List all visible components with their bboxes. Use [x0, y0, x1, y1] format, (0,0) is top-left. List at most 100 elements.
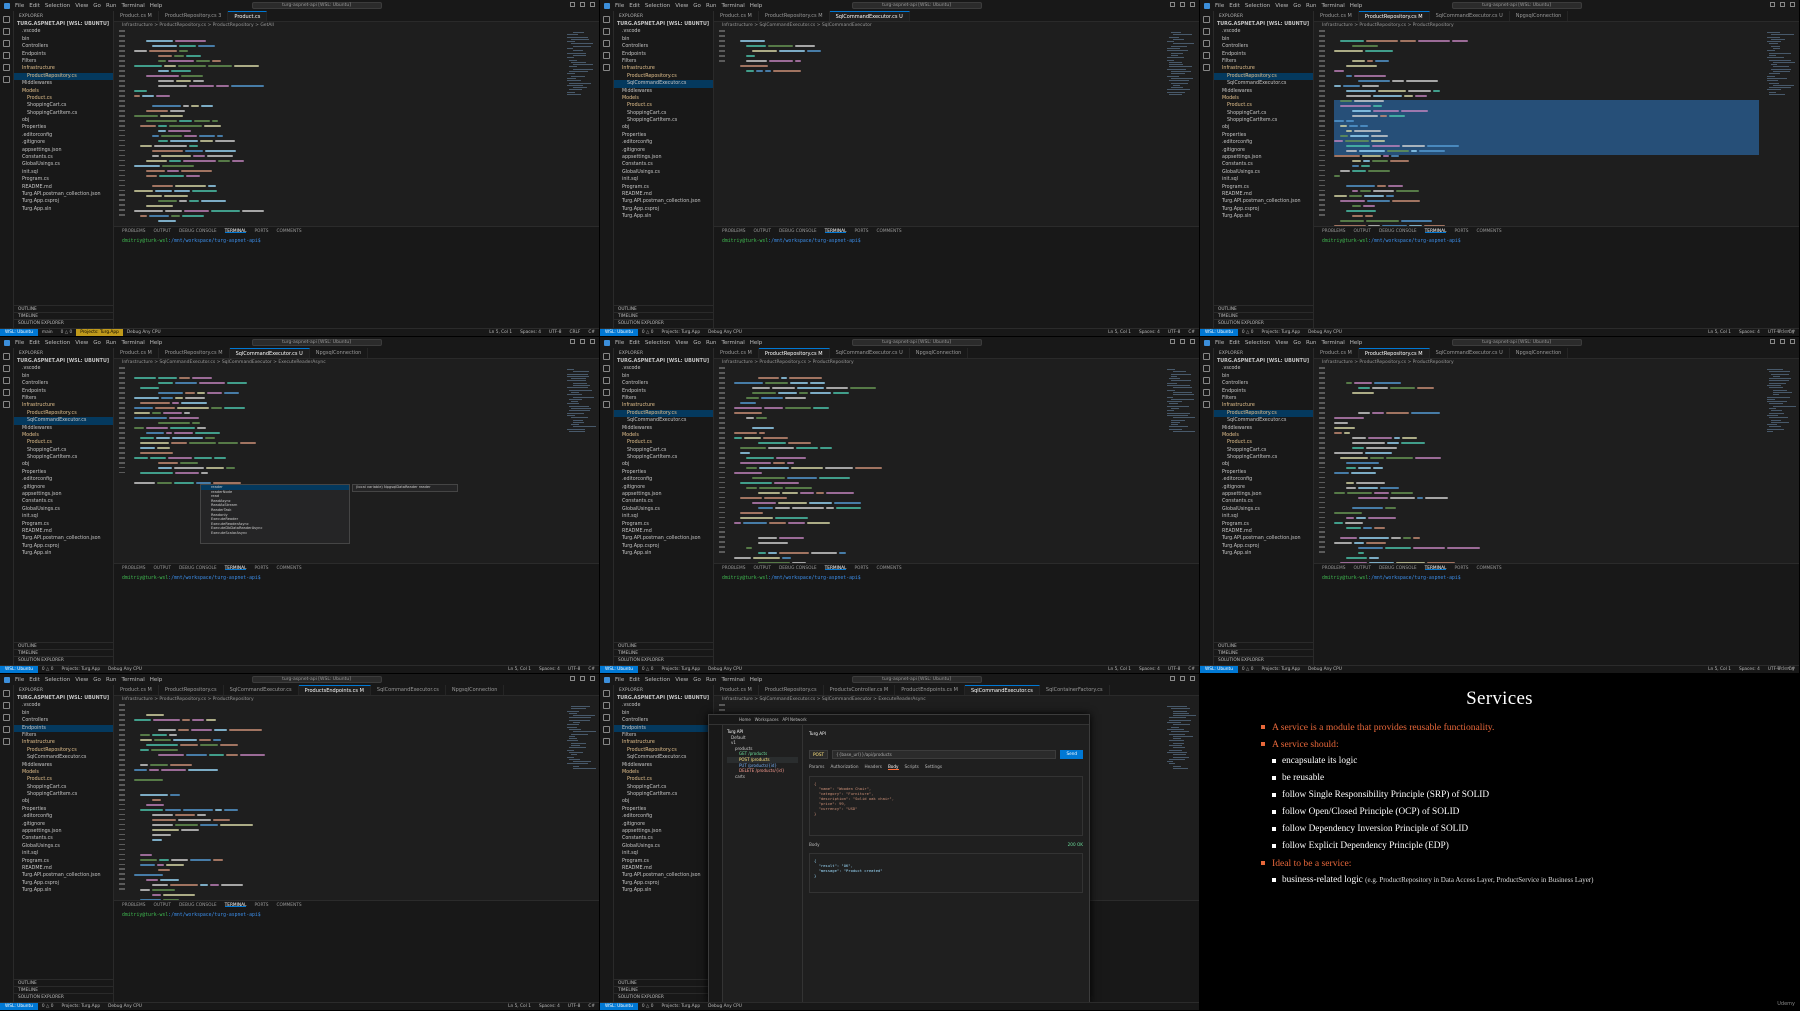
tree-item[interactable]: Filters: [1214, 58, 1313, 65]
suggestion-item[interactable]: ExecuteScalarAsync: [201, 531, 349, 536]
explorer-icon[interactable]: [3, 353, 10, 360]
extensions-icon[interactable]: [3, 738, 10, 745]
tree-item[interactable]: Turg.App.sln: [614, 887, 713, 894]
search-icon[interactable]: [3, 365, 10, 372]
tree-item[interactable]: Endpoints: [614, 724, 713, 732]
tab-comments[interactable]: COMMENTS: [876, 229, 901, 234]
tree-item[interactable]: Controllers: [14, 43, 113, 50]
tree-item[interactable]: GlobalUsings.cs: [614, 843, 713, 850]
tab-sql-command-executor[interactable]: SqlCommandExecutor.cs U: [829, 11, 910, 21]
explorer-icon[interactable]: [3, 690, 10, 697]
menu-edit[interactable]: Edit: [629, 677, 640, 683]
cursor-position[interactable]: Ln 5, Col 1: [485, 329, 516, 336]
outline-section[interactable]: OUTLINE: [14, 305, 113, 312]
tree-item[interactable]: obj: [614, 798, 713, 805]
timeline-section[interactable]: TIMELINE: [614, 312, 713, 319]
alerts-indicator[interactable]: 0 △ 0: [57, 329, 77, 336]
solution-explorer-section[interactable]: SOLUTION EXPLORER: [1214, 656, 1313, 663]
close-icon[interactable]: [1190, 676, 1195, 681]
tree-item[interactable]: Constants.cs: [614, 161, 713, 168]
tab-sql-command-executor[interactable]: SqlCommandExecutor.cs U: [830, 348, 910, 358]
tab-comments[interactable]: COMMENTS: [876, 566, 901, 571]
tab-output[interactable]: OUTPUT: [153, 566, 171, 571]
remote-indicator[interactable]: WSL: Ubuntu: [600, 329, 638, 336]
tab-comments[interactable]: COMMENTS: [276, 903, 301, 908]
tree-item[interactable]: Middlewares: [614, 88, 713, 95]
tree-item[interactable]: obj: [14, 461, 113, 468]
terminal-prompt[interactable]: dmitriy@turk-wsl:/mnt/workspace/turg-asp…: [114, 572, 599, 585]
menu-go[interactable]: Go: [93, 677, 101, 683]
tree-item[interactable]: appsettings.json: [14, 147, 113, 154]
minimap[interactable]: [1767, 32, 1795, 102]
tree-item[interactable]: Turg.App.csproj: [614, 543, 713, 550]
tree-item[interactable]: Turg.API.postman_collection.json: [614, 872, 713, 879]
tab-problems[interactable]: PROBLEMS: [122, 903, 145, 908]
tree-item[interactable]: appsettings.json: [614, 154, 713, 161]
solution-explorer-section[interactable]: SOLUTION EXPLORER: [614, 656, 713, 663]
menu-edit[interactable]: Edit: [629, 340, 640, 346]
explorer-root[interactable]: TURG.ASPNET.API [WSL: UBUNTU]: [14, 21, 113, 28]
menu-selection[interactable]: Selection: [45, 340, 70, 346]
tree-item[interactable]: SqlCommandExecutor.cs: [1214, 80, 1313, 87]
tree-item[interactable]: Turg.App.csproj: [14, 198, 113, 205]
tree-item[interactable]: ShoppingCart.cs: [1214, 447, 1313, 454]
tree-item[interactable]: Program.cs: [614, 521, 713, 528]
tree-item[interactable]: .gitignore: [614, 484, 713, 491]
run-debug-icon[interactable]: [3, 726, 10, 733]
tab-output[interactable]: OUTPUT: [1353, 229, 1371, 234]
extensions-icon[interactable]: [603, 401, 610, 408]
timeline-section[interactable]: TIMELINE: [14, 649, 113, 656]
tree-item[interactable]: Constants.cs: [1214, 498, 1313, 505]
tree-item[interactable]: .editorconfig: [614, 813, 713, 820]
search-icon[interactable]: [603, 702, 610, 709]
tree-item[interactable]: README.md: [1214, 528, 1313, 535]
tree-item[interactable]: Models: [614, 432, 713, 439]
tree-item[interactable]: SqlCommandExecutor.cs: [14, 754, 113, 761]
response-body[interactable]: { "result": "OK", "message": "Product cr…: [809, 853, 1083, 893]
tree-item[interactable]: Turg.App.csproj: [614, 206, 713, 213]
search-icon[interactable]: [3, 28, 10, 35]
tree-item[interactable]: appsettings.json: [614, 491, 713, 498]
tree-item[interactable]: Turg.App.csproj: [14, 880, 113, 887]
tree-item[interactable]: Properties: [14, 806, 113, 813]
outline-section[interactable]: OUTLINE: [614, 979, 713, 986]
explorer-root[interactable]: TURG.ASPNET.API [WSL: UBUNTU]: [1214, 21, 1313, 28]
tree-item[interactable]: ProductRepository.cs: [1214, 409, 1313, 418]
tree-item[interactable]: .gitignore: [14, 821, 113, 828]
menu-go[interactable]: Go: [693, 3, 701, 9]
indentation[interactable]: Spaces: 4: [1735, 329, 1764, 336]
close-icon[interactable]: [590, 339, 595, 344]
alerts-indicator[interactable]: 0 △ 0: [38, 666, 58, 673]
req-tab-body[interactable]: Body: [887, 764, 899, 770]
remote-indicator[interactable]: WSL: Ubuntu: [0, 329, 38, 336]
project-indicator[interactable]: Projects: Turg.App: [657, 1003, 704, 1010]
tab-ports[interactable]: PORTS: [1454, 566, 1468, 571]
minimize-icon[interactable]: [1770, 339, 1775, 344]
tree-item[interactable]: .gitignore: [614, 147, 713, 154]
breadcrumb[interactable]: Infrastructure > SqlCommandExecutor.cs >…: [714, 696, 1199, 704]
tree-item[interactable]: Endpoints: [1214, 388, 1313, 395]
tree-item[interactable]: Turg.App.sln: [14, 206, 113, 213]
indentation[interactable]: Spaces: 4: [535, 666, 564, 673]
tab-problems[interactable]: PROBLEMS: [122, 229, 145, 234]
tab-debug-console[interactable]: DEBUG CONSOLE: [179, 903, 217, 908]
tab-product-active[interactable]: Product.cs: [228, 11, 268, 21]
language-mode[interactable]: C#: [1184, 329, 1199, 336]
tree-item[interactable]: Controllers: [1214, 380, 1313, 387]
api-nav-home[interactable]: Home: [739, 717, 751, 722]
tab-product-repository[interactable]: ProductRepository.cs M: [758, 348, 830, 358]
tab-sql-command-executor[interactable]: SqlCommandExecutor.cs U: [229, 348, 310, 358]
timeline-section[interactable]: TIMELINE: [1214, 649, 1313, 656]
tree-item[interactable]: bin: [614, 373, 713, 380]
tab-sql-command-executor[interactable]: SqlCommandExecutor.cs: [964, 685, 1040, 695]
tab-npgsql-connection[interactable]: NpgsqlConnection: [310, 348, 369, 358]
tree-item[interactable]: Product.cs: [14, 95, 113, 102]
tree-item[interactable]: bin: [1214, 36, 1313, 43]
menu-selection[interactable]: Selection: [645, 340, 670, 346]
project-indicator[interactable]: Projects: Turg.App: [57, 666, 104, 673]
search-icon[interactable]: [603, 28, 610, 35]
cursor-position[interactable]: Ln 5, Col 1: [504, 1003, 535, 1010]
command-center-search[interactable]: turg-aspnet-api [WSL: Ubuntu]: [1451, 339, 1582, 346]
tab-comments[interactable]: COMMENTS: [1476, 229, 1501, 234]
tree-item[interactable]: GlobalUsings.cs: [1214, 169, 1313, 176]
